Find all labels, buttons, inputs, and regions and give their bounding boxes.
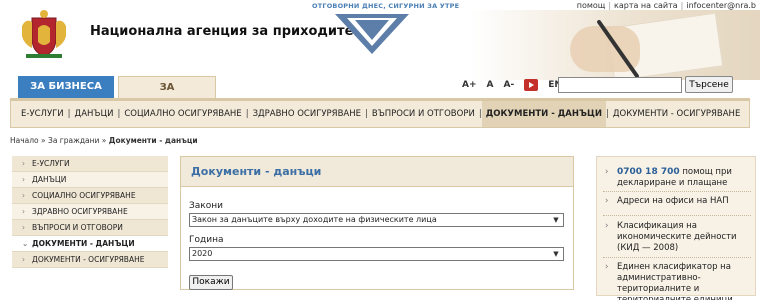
top-links: помощ | карта на сайта | infocenter@nra.b	[576, 1, 756, 10]
content-panel: Документи - данъци Закони Закон за данъц…	[180, 156, 574, 290]
show-button[interactable]: Покажи	[189, 274, 233, 290]
font-normal-button[interactable]: A	[487, 80, 494, 90]
nra-logo[interactable]	[335, 10, 409, 56]
law-label: Закони	[189, 201, 223, 211]
chevron-right-icon: ›	[22, 255, 25, 264]
chevron-right-icon: ›	[605, 262, 609, 272]
nav-item-faq[interactable]: ВЪПРОСИ И ОТГОВОРИ |	[368, 101, 482, 127]
breadcrumb: Начало » За граждани » Документи - данъц…	[10, 136, 198, 145]
email-link[interactable]: infocenter@nra.b	[686, 1, 756, 10]
sidebar-item-e-services[interactable]: › Е-УСЛУГИ	[12, 156, 168, 172]
office-addresses-link[interactable]: › Адреси на офиси на НАП	[605, 196, 755, 207]
help-link[interactable]: помощ	[577, 1, 606, 10]
helpline-link[interactable]: › 0700 18 700 помощ при деклариране и пла…	[605, 167, 755, 189]
nav-item-taxes[interactable]: ДАНЪЦИ |	[71, 101, 121, 127]
sitemap-link[interactable]: карта на сайта	[614, 1, 678, 10]
tab-citizens[interactable]: ЗА ГРАЖДАНИТЕ	[118, 76, 216, 115]
slogan: ОТГОВОРНИ ДНЕС, СИГУРНИ ЗА УТРЕ	[312, 2, 460, 10]
law-select[interactable]: Закон за данъците върху доходите на физи…	[189, 213, 564, 227]
kid-classification-link[interactable]: › Класификация на икономическите дейности…	[605, 221, 755, 254]
breadcrumb-section[interactable]: За граждани	[48, 136, 99, 145]
sidebar-item-documents-insurance[interactable]: › ДОКУМЕНТИ - ОСИГУРЯВАНЕ	[12, 252, 168, 268]
font-decrease-button[interactable]: A-	[503, 80, 514, 90]
sidebar-item-health-insurance[interactable]: › ЗДРАВНО ОСИГУРЯВАНЕ	[12, 204, 168, 220]
right-sidebar: › 0700 18 700 помощ при деклариране и пла…	[596, 156, 756, 300]
search-input[interactable]	[558, 77, 682, 93]
year-select[interactable]: 2020 ▼	[189, 247, 564, 261]
site-header: Национална агенция за приходите ОТГОВОРН…	[0, 0, 760, 82]
tab-business[interactable]: ЗА БИЗНЕСА	[18, 76, 114, 98]
search-button[interactable]: Търсене	[685, 76, 733, 93]
chevron-right-icon: ›	[605, 221, 609, 231]
nav-item-health-insurance[interactable]: ЗДРАВНО ОСИГУРЯВАНЕ |	[249, 101, 368, 127]
chevron-right-icon: ›	[22, 191, 25, 200]
page-title: Документи - данъци	[191, 165, 322, 178]
chevron-down-icon: ⌄	[22, 239, 29, 248]
nav-item-social-insurance[interactable]: СОЦИАЛНО ОСИГУРЯВАНЕ |	[120, 101, 248, 127]
chevron-right-icon: ›	[605, 167, 609, 177]
sidebar-item-taxes[interactable]: › ДАНЪЦИ	[12, 172, 168, 188]
breadcrumb-home[interactable]: Начало	[10, 136, 39, 145]
nav-item-documents-insurance[interactable]: | ДОКУМЕНТИ - ОСИГУРЯВАНЕ	[606, 101, 744, 127]
main-navigation: Е-УСЛУГИ | ДАНЪЦИ | СОЦИАЛНО ОСИГУРЯВАНЕ | …	[10, 98, 750, 128]
chevron-down-icon: ▼	[553, 216, 559, 224]
nav-item-documents-taxes[interactable]: ДОКУМЕНТИ - ДАНЪЦИ	[481, 101, 606, 127]
chevron-right-icon: ›	[22, 223, 25, 232]
ekatte-classifier-link[interactable]: › Единен класификатор на административно-…	[605, 262, 755, 300]
helpline-number: 0700 18 700	[617, 167, 680, 177]
chevron-down-icon: ▼	[553, 250, 559, 258]
accessibility-tools: A+ A A- EN	[462, 79, 562, 91]
chevron-right-icon: ›	[22, 159, 25, 168]
document-filter-form: Закони Закон за данъците върху доходите …	[189, 201, 567, 290]
header-photo	[470, 10, 760, 82]
font-increase-button[interactable]: A+	[462, 80, 477, 90]
year-label: Година	[189, 235, 224, 245]
breadcrumb-current: Документи - данъци	[108, 136, 198, 145]
nav-item-e-services[interactable]: Е-УСЛУГИ |	[17, 101, 71, 127]
chevron-right-icon: ›	[22, 175, 25, 184]
youtube-icon[interactable]	[524, 79, 539, 91]
sidebar: › Е-УСЛУГИ › ДАНЪЦИ › СОЦИАЛНО ОСИГУРЯВАНЕ …	[12, 156, 168, 268]
chevron-right-icon: ›	[22, 207, 25, 216]
sidebar-item-faq[interactable]: › ВЪПРОСИ И ОТГОВОРИ	[12, 220, 168, 236]
sidebar-item-documents-taxes[interactable]: ⌄ ДОКУМЕНТИ - ДАНЪЦИ	[12, 236, 168, 252]
law-select-value: Закон за данъците върху доходите на физи…	[192, 215, 437, 224]
chevron-right-icon: ›	[605, 196, 609, 206]
year-select-value: 2020	[192, 249, 213, 258]
agency-name[interactable]: Национална агенция за приходите	[90, 24, 353, 39]
sidebar-item-social-insurance[interactable]: › СОЦИАЛНО ОСИГУРЯВАНЕ	[12, 188, 168, 204]
coat-of-arms-logo	[22, 10, 66, 58]
